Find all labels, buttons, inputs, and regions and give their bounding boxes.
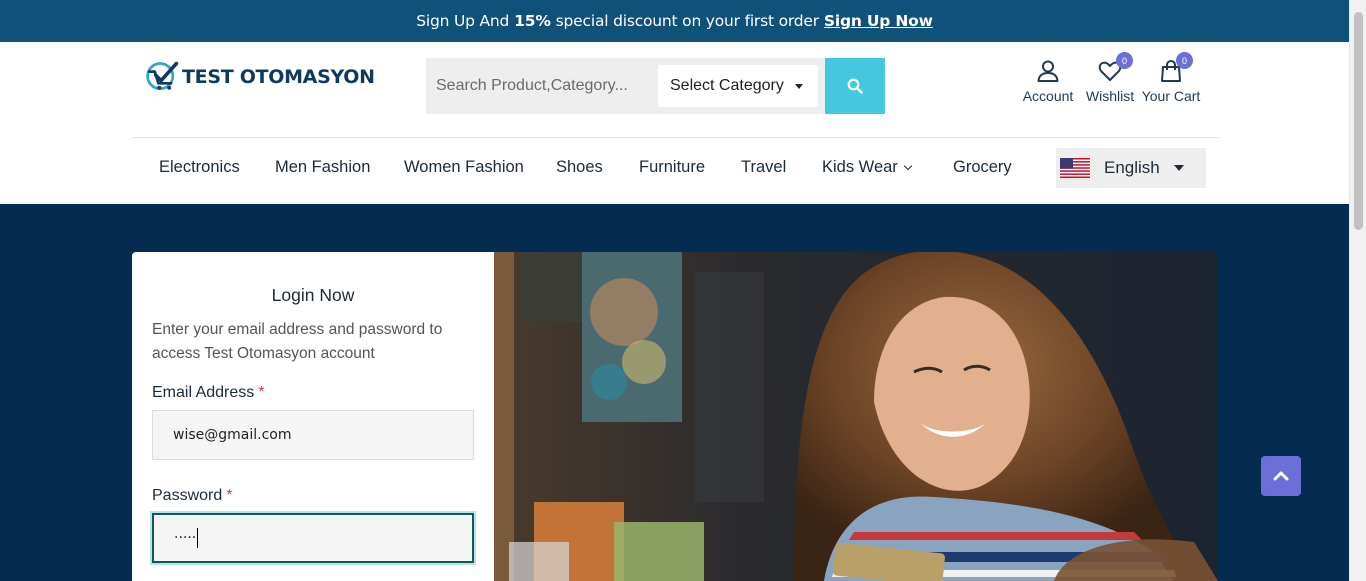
nav-item-travel[interactable]: Travel <box>741 158 786 177</box>
language-label: English <box>1104 158 1160 177</box>
chevron-up-icon <box>1273 471 1289 481</box>
signup-link[interactable]: Sign Up Now <box>824 12 933 30</box>
search-input[interactable] <box>426 58 648 114</box>
wishlist-count-badge: 0 <box>1116 52 1133 69</box>
brand-name: TEST OTOMASYON <box>182 66 375 88</box>
account-label: Account <box>1022 88 1074 104</box>
header-actions: Account 0 Wishlist 0 Your Cart <box>1020 52 1202 104</box>
woman-with-card-photo <box>494 252 1218 581</box>
category-select-label: Select Category <box>670 77 784 94</box>
required-mark: * <box>258 384 265 401</box>
us-flag-icon <box>1060 158 1090 178</box>
site-header: TEST OTOMASYON Select Category Account <box>0 42 1349 204</box>
brand-logo[interactable]: TEST OTOMASYON <box>144 59 375 95</box>
email-value: wise@gmail.com <box>173 427 292 443</box>
password-label: Password * <box>152 487 232 505</box>
search-bar: Select Category <box>426 58 885 114</box>
nav-item-electronics[interactable]: Electronics <box>159 158 240 177</box>
email-label-text: Email Address <box>152 384 255 401</box>
search-button[interactable] <box>825 58 885 114</box>
category-select[interactable]: Select Category <box>658 65 818 107</box>
promo-discount: 15% <box>514 12 551 30</box>
wishlist-label: Wishlist <box>1085 88 1135 104</box>
nav-item-shoes[interactable]: Shoes <box>556 158 603 177</box>
hero-photo <box>494 252 1218 581</box>
password-field[interactable]: ····· <box>152 513 474 563</box>
required-mark: * <box>226 487 233 504</box>
wishlist-link[interactable]: 0 Wishlist <box>1084 52 1136 104</box>
nav-item-men-fashion[interactable]: Men Fashion <box>275 158 370 177</box>
page-scrollbar[interactable] <box>1349 0 1366 581</box>
login-card: Login Now Enter your email address and p… <box>132 252 494 581</box>
cart-check-logo-icon <box>146 61 179 91</box>
nav-item-kids-wear-label: Kids Wear <box>822 158 898 176</box>
email-field[interactable]: wise@gmail.com <box>152 410 474 460</box>
chevron-down-icon <box>903 161 913 171</box>
user-icon <box>1037 60 1059 82</box>
cart-count-badge: 0 <box>1176 52 1193 69</box>
caret-down-icon <box>795 84 803 89</box>
nav-item-kids-wear[interactable]: Kids Wear <box>822 158 913 177</box>
email-label: Email Address * <box>152 384 265 402</box>
promo-text-after: special discount on your first order <box>555 12 819 30</box>
account-link[interactable]: Account <box>1020 58 1076 104</box>
promo-text: Sign Up And <box>416 12 510 30</box>
scroll-to-top-button[interactable] <box>1261 456 1301 496</box>
nav-item-grocery[interactable]: Grocery <box>953 158 1012 177</box>
text-cursor <box>197 528 199 548</box>
password-value: ····· <box>174 530 197 546</box>
login-description: Enter your email address and password to… <box>152 321 443 362</box>
password-label-text: Password <box>152 487 223 504</box>
cart-link[interactable]: 0 Your Cart <box>1140 52 1202 104</box>
language-select[interactable]: English <box>1056 148 1206 188</box>
login-title: Login Now <box>271 285 355 305</box>
cart-label: Your Cart <box>1141 88 1201 104</box>
search-icon <box>847 78 863 94</box>
header-divider <box>132 137 1219 138</box>
caret-down-icon <box>1174 165 1184 171</box>
promo-bar: Sign Up And 15% special discount on your… <box>0 0 1349 42</box>
nav-item-women-fashion[interactable]: Women Fashion <box>404 158 524 177</box>
scrollbar-thumb[interactable] <box>1354 12 1363 230</box>
nav-item-furniture[interactable]: Furniture <box>639 158 705 177</box>
